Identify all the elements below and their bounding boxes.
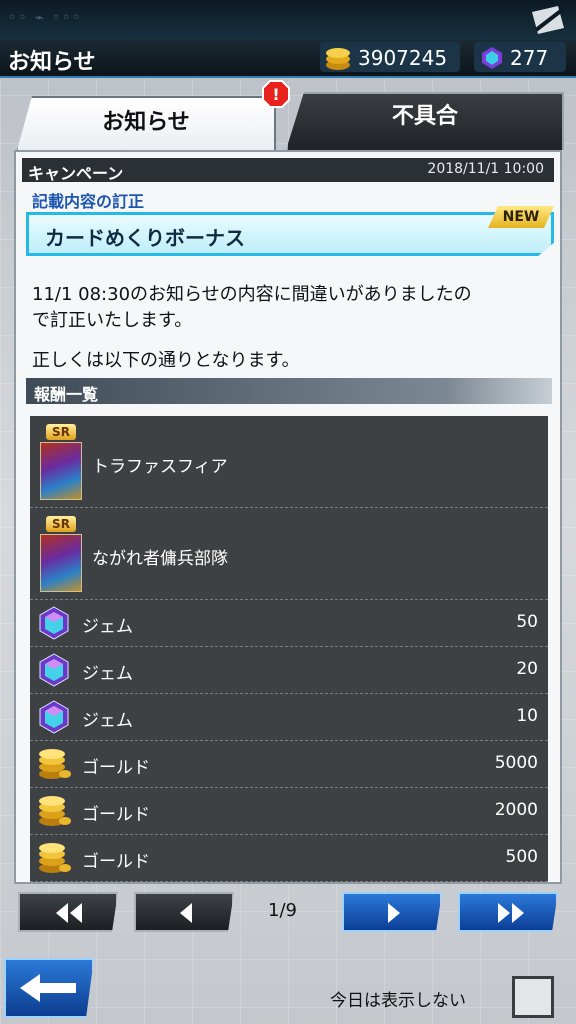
gem-display: 277: [480, 40, 548, 76]
notice-body: 11/1 08:30のお知らせの内容に間違いがありましたの で訂正いたします。: [32, 282, 552, 334]
list-item: ゴールド 2000: [30, 788, 548, 835]
double-chevron-right-icon: [492, 902, 528, 924]
list-item: ジェム 20: [30, 647, 548, 694]
category-label: キャンペーン: [28, 164, 124, 183]
gem-icon: [39, 700, 69, 734]
notice-panel[interactable]: キャンペーン 2018/11/1 10:00 記載内容の訂正 カードめくりボーナ…: [14, 150, 562, 884]
reward-qty: 10: [516, 706, 538, 726]
gold-icon: [39, 843, 71, 873]
alert-mark: !: [272, 85, 279, 104]
reward-qty: 500: [505, 847, 538, 867]
gold-amount: 3907245: [358, 46, 448, 70]
reward-header-label: 報酬一覧: [34, 385, 99, 404]
reward-name: ゴールド: [82, 805, 150, 825]
notice-title-banner: カードめくりボーナス: [26, 212, 554, 256]
reward-name: ゴールド: [82, 758, 150, 778]
reward-qty: 50: [516, 612, 538, 632]
notice-title: カードめくりボーナス: [45, 226, 245, 250]
circuit-decoration: ◦◦ ⌁ ◦◦◦: [8, 10, 83, 26]
next-page-button[interactable]: [342, 892, 442, 932]
arrow-left-icon: [18, 972, 78, 1004]
dont-show-today-label: 今日は表示しない: [330, 991, 466, 1011]
gem-icon: [39, 653, 69, 687]
notice-subtitle: 記載内容の訂正: [32, 192, 145, 211]
category-bar: キャンペーン 2018/11/1 10:00: [22, 158, 554, 183]
list-item: ゴールド 5000: [30, 741, 548, 788]
gold-icon: [39, 749, 71, 779]
reward-name: ジェム: [82, 617, 133, 637]
menu-shortcut-icon[interactable]: [528, 4, 568, 36]
gold-icon: [39, 796, 71, 826]
list-item: ジェム 50: [30, 600, 548, 647]
new-badge: NEW: [488, 206, 554, 228]
body-line: で訂正いたします。: [32, 310, 193, 331]
reward-name: ながれ者傭兵部隊: [92, 549, 228, 569]
gem-icon: [39, 606, 69, 640]
rarity-badge: SR: [46, 424, 76, 440]
list-item: ゴールド 500: [30, 835, 548, 882]
double-chevron-left-icon: [52, 902, 88, 924]
gem-amount: 277: [510, 46, 549, 70]
reward-name: ジェム: [82, 664, 133, 684]
card-icon: [40, 534, 82, 592]
reward-qty: 2000: [494, 800, 538, 820]
reward-name: トラファスフィア: [92, 457, 228, 477]
list-item: SR トラファスフィア: [30, 416, 548, 508]
gold-coin-icon: [326, 48, 350, 70]
reward-qty: 20: [516, 659, 538, 679]
page-indicator: 1/9: [268, 900, 297, 921]
rarity-badge: SR: [46, 516, 76, 532]
notice-date: 2018/11/1 10:00: [427, 161, 544, 177]
reward-list[interactable]: SR トラファスフィア SR ながれ者傭兵部隊 ジェム 50 ジェム 20 ジェ…: [30, 416, 548, 882]
reward-list-header: 報酬一覧: [26, 378, 552, 404]
chevron-left-icon: [168, 902, 204, 924]
prev-page-button[interactable]: [134, 892, 234, 932]
tab-label: 不具合: [391, 104, 458, 129]
status-strip: ◦◦ ⌁ ◦◦◦: [0, 0, 576, 40]
dont-show-today-checkbox[interactable]: [512, 976, 554, 1018]
back-button[interactable]: [4, 958, 94, 1018]
first-page-button[interactable]: [18, 892, 118, 932]
reward-qty: 5000: [494, 753, 538, 773]
reward-name: ゴールド: [82, 852, 150, 872]
gem-icon: [482, 47, 502, 69]
last-page-button[interactable]: [458, 892, 558, 932]
tab-bugs[interactable]: 不具合: [286, 92, 564, 150]
tab-notices[interactable]: お知らせ: [16, 96, 276, 154]
card-icon: [40, 442, 82, 500]
list-item: SR ながれ者傭兵部隊: [30, 508, 548, 600]
alert-icon: !: [262, 80, 290, 108]
page-title: お知らせ: [8, 50, 96, 75]
list-item: ジェム 10: [30, 694, 548, 741]
tab-label: お知らせ: [102, 110, 190, 135]
reward-name: ジェム: [82, 711, 133, 731]
body-line: 正しくは以下の通りとなります。: [32, 350, 300, 371]
gold-display: 3907245: [324, 40, 447, 76]
chevron-right-icon: [376, 902, 412, 924]
body-line: 11/1 08:30のお知らせの内容に間違いがありましたの: [32, 284, 472, 305]
